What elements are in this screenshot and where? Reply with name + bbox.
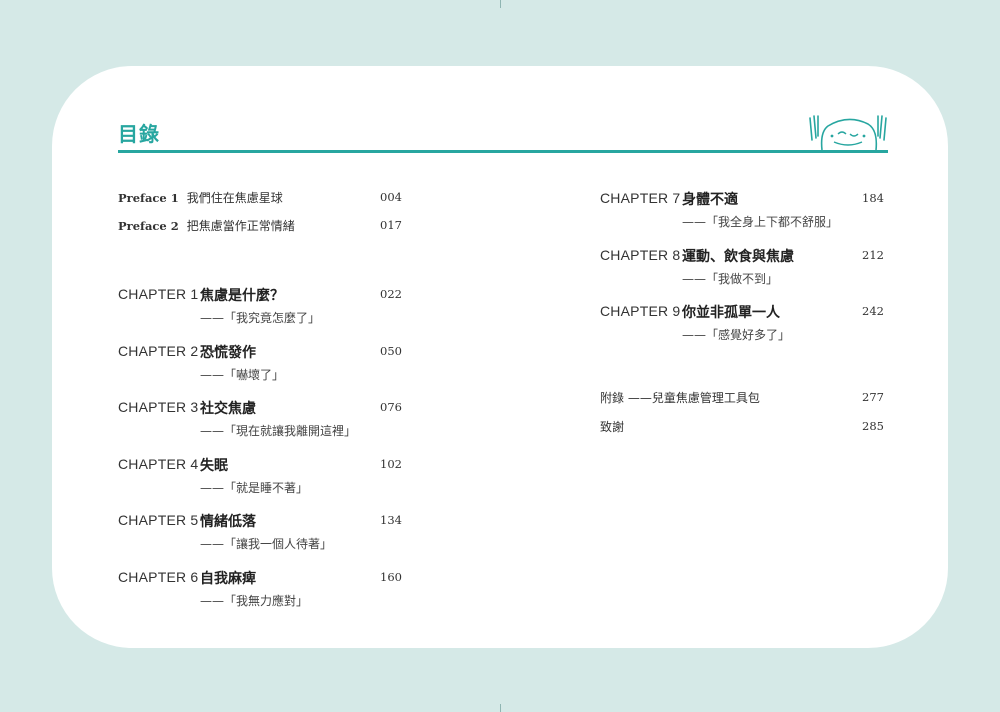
chapter-3-label: CHAPTER 3	[118, 399, 199, 415]
preface-2[interactable]: Preface 2 把焦慮當作正常情緒	[118, 217, 295, 234]
chapter-9-page: 242	[862, 304, 884, 318]
chapter-2-title[interactable]: 恐慌發作	[200, 342, 256, 362]
chapter-2-page: 050	[380, 344, 402, 358]
thanks-page: 285	[862, 419, 884, 433]
preface-1-title: 我們住在焦慮星球	[186, 191, 283, 205]
chapter-3-title[interactable]: 社交焦慮	[200, 398, 256, 418]
chapter-8-subtitle: ——「我做不到」	[682, 272, 779, 286]
chapter-7-label: CHAPTER 7	[600, 190, 681, 206]
mascot-icon	[809, 115, 887, 151]
chapter-6-label: CHAPTER 6	[118, 569, 199, 585]
chapter-1-title[interactable]: 焦慮是什麼？	[200, 285, 284, 305]
preface-1[interactable]: Preface 1 我們住在焦慮星球	[118, 189, 283, 206]
chapter-9-subtitle: ——「感覺好多了」	[682, 328, 791, 342]
chapter-5-title[interactable]: 情緒低落	[200, 511, 256, 531]
preface-2-page: 017	[380, 218, 402, 232]
chapter-5-page: 134	[380, 513, 402, 527]
appendix-page: 277	[862, 390, 884, 404]
chapter-1-label: CHAPTER 1	[118, 286, 199, 302]
title-rule	[118, 150, 888, 153]
chapter-5-subtitle: ——「讓我一個人待著」	[200, 537, 333, 551]
chapter-7-subtitle: ——「我全身上下都不舒服」	[682, 215, 839, 229]
chapter-6-title[interactable]: 自我麻痺	[200, 568, 256, 588]
chapter-6-subtitle: ——「我無力應對」	[200, 594, 309, 608]
preface-2-title: 把焦慮當作正常情緒	[186, 219, 295, 233]
chapter-1-page: 022	[380, 287, 402, 301]
chapter-9-title[interactable]: 你並非孤單一人	[682, 302, 780, 322]
preface-2-label: Preface 2	[118, 219, 179, 233]
crop-mark-bottom	[500, 704, 501, 712]
chapter-9-label: CHAPTER 9	[600, 303, 681, 319]
chapter-6-page: 160	[380, 570, 402, 584]
chapter-5-label: CHAPTER 5	[118, 512, 199, 528]
chapter-8-title[interactable]: 運動、飲食與焦慮	[682, 246, 794, 266]
chapter-8-label: CHAPTER 8	[600, 247, 681, 263]
page-title: 目錄	[118, 122, 160, 146]
appendix-title[interactable]: 附錄 ——兒童焦慮管理工具包	[600, 389, 760, 406]
chapter-8-page: 212	[862, 248, 884, 262]
preface-1-label: Preface 1	[118, 191, 179, 205]
thanks-title[interactable]: 致謝	[600, 418, 624, 435]
chapter-4-title[interactable]: 失眠	[200, 455, 228, 475]
chapter-4-subtitle: ——「就是睡不著」	[200, 481, 309, 495]
chapter-7-page: 184	[862, 191, 884, 205]
chapter-2-label: CHAPTER 2	[118, 343, 199, 359]
chapter-1-subtitle: ——「我究竟怎麼了」	[200, 311, 321, 325]
chapter-2-subtitle: ——「嚇壞了」	[200, 368, 285, 382]
chapter-7-title[interactable]: 身體不適	[682, 189, 738, 209]
preface-1-page: 004	[380, 190, 402, 204]
crop-mark-top	[500, 0, 501, 8]
chapter-4-page: 102	[380, 457, 402, 471]
chapter-3-subtitle: ——「現在就讓我離開這裡」	[200, 424, 357, 438]
chapter-4-label: CHAPTER 4	[118, 456, 199, 472]
chapter-3-page: 076	[380, 400, 402, 414]
